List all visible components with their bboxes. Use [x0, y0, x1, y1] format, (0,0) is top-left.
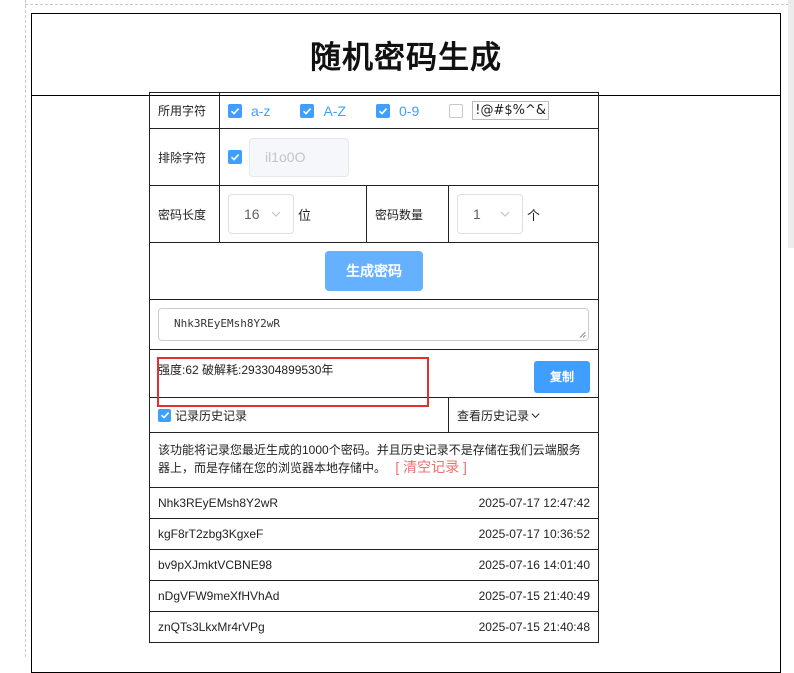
- output-row: Nhk3REyEMsh8Y2wR: [150, 300, 598, 350]
- length-unit: 位: [298, 207, 312, 223]
- check-icon: [378, 107, 388, 115]
- view-history-label[interactable]: 查看历史记录: [457, 407, 529, 424]
- history-time: 2025-07-15 21:40:48: [478, 620, 590, 634]
- page-guide-top: [25, 4, 794, 5]
- resize-grip-icon[interactable]: [579, 331, 586, 338]
- checkbox-exclude[interactable]: [228, 150, 242, 164]
- history-list: Nhk3REyEMsh8Y2wR 2025-07-17 12:47:42 kgF…: [150, 488, 598, 643]
- chars-row: 所用字符 a-z A-Z 0-9 !@#$%^&: [150, 93, 598, 129]
- checkbox-special[interactable]: [449, 103, 464, 118]
- history-password: nDgVFW9meXfHVhAd: [158, 589, 280, 603]
- exclude-row: 排除字符 il1o0O: [150, 129, 598, 186]
- count-unit: 个: [527, 207, 541, 223]
- option-special-label[interactable]: !@#$%^&: [472, 101, 550, 120]
- count-value: 1: [473, 206, 481, 222]
- history-time: 2025-07-16 14:01:40: [478, 558, 590, 572]
- count-label: 密码数量: [367, 186, 449, 242]
- length-select[interactable]: 16: [228, 194, 294, 234]
- checkbox-uppercase[interactable]: [300, 103, 315, 118]
- password-output-text: Nhk3REyEMsh8Y2wR: [174, 317, 280, 330]
- history-password: kgF8rT2zbg3KgxeF: [158, 527, 264, 541]
- count-select[interactable]: 1: [457, 194, 523, 234]
- chars-label: 所用字符: [150, 93, 220, 128]
- check-icon: [160, 412, 169, 419]
- history-notice: 该功能将记录您最近生成的1000个密码。并且历史记录不是存储在我们云端服务器上，…: [150, 433, 598, 488]
- checkbox-lowercase[interactable]: [228, 103, 242, 118]
- history-password: znQTs3LkxMr4rVPg: [158, 620, 265, 634]
- check-icon: [230, 154, 240, 161]
- exclude-label: 排除字符: [150, 129, 220, 185]
- chevron-down-icon: [531, 412, 540, 418]
- view-history-dropdown[interactable]: 查看历史记录: [449, 398, 541, 432]
- history-row[interactable]: Nhk3REyEMsh8Y2wR 2025-07-17 12:47:42: [150, 488, 598, 519]
- history-row[interactable]: znQTs3LkxMr4rVPg 2025-07-15 21:40:48: [150, 612, 598, 643]
- scrollbar-track[interactable]: [788, 0, 794, 248]
- page-title: 随机密码生成: [310, 40, 502, 76]
- history-row[interactable]: nDgVFW9meXfHVhAd 2025-07-15 21:40:49: [150, 581, 598, 612]
- history-time: 2025-07-15 21:40:49: [478, 589, 590, 603]
- chevron-down-icon: [500, 211, 510, 217]
- check-icon: [230, 107, 240, 115]
- exclude-controls: il1o0O: [220, 129, 349, 185]
- option-lowercase-label[interactable]: a-z: [251, 103, 270, 119]
- check-icon: [303, 107, 312, 115]
- checkbox-history[interactable]: [158, 408, 171, 422]
- copy-button[interactable]: 复制: [534, 360, 590, 393]
- count-cell: 1 个: [449, 186, 540, 242]
- length-count-row: 密码长度 16 位 密码数量 1 个: [150, 186, 598, 243]
- strength-highlight-box: [157, 357, 429, 407]
- length-label: 密码长度: [150, 186, 220, 242]
- option-uppercase-label[interactable]: A-Z: [323, 103, 346, 119]
- exclude-input[interactable]: il1o0O: [249, 137, 349, 177]
- chevron-down-icon: [271, 211, 281, 217]
- history-password: bv9pXJmktVCBNE98: [158, 558, 273, 572]
- checkbox-digits[interactable]: [376, 103, 391, 118]
- chars-options: a-z A-Z 0-9 !@#$%^&: [220, 93, 550, 128]
- clear-history-link[interactable]: [ 清空记录 ]: [395, 459, 467, 475]
- history-toggle-label[interactable]: 记录历史记录: [175, 407, 247, 424]
- history-password: Nhk3REyEMsh8Y2wR: [158, 496, 279, 510]
- history-row[interactable]: kgF8rT2zbg3KgxeF 2025-07-17 10:36:52: [150, 519, 598, 550]
- history-row[interactable]: bv9pXJmktVCBNE98 2025-07-16 14:01:40: [150, 550, 598, 581]
- generate-row: 生成密码: [150, 243, 598, 300]
- history-notice-text: 该功能将记录您最近生成的1000个密码。并且历史记录不是存储在我们云端服务器上，…: [158, 443, 581, 475]
- page-guide-left: [25, 0, 26, 657]
- generate-button[interactable]: 生成密码: [325, 251, 423, 291]
- title-row: 随机密码生成: [32, 14, 780, 96]
- option-digits-label[interactable]: 0-9: [399, 103, 419, 119]
- password-output[interactable]: Nhk3REyEMsh8Y2wR: [158, 308, 589, 341]
- history-time: 2025-07-17 12:47:42: [478, 496, 590, 510]
- history-time: 2025-07-17 10:36:52: [478, 527, 590, 541]
- length-cell: 16 位: [220, 186, 367, 242]
- length-value: 16: [244, 206, 260, 222]
